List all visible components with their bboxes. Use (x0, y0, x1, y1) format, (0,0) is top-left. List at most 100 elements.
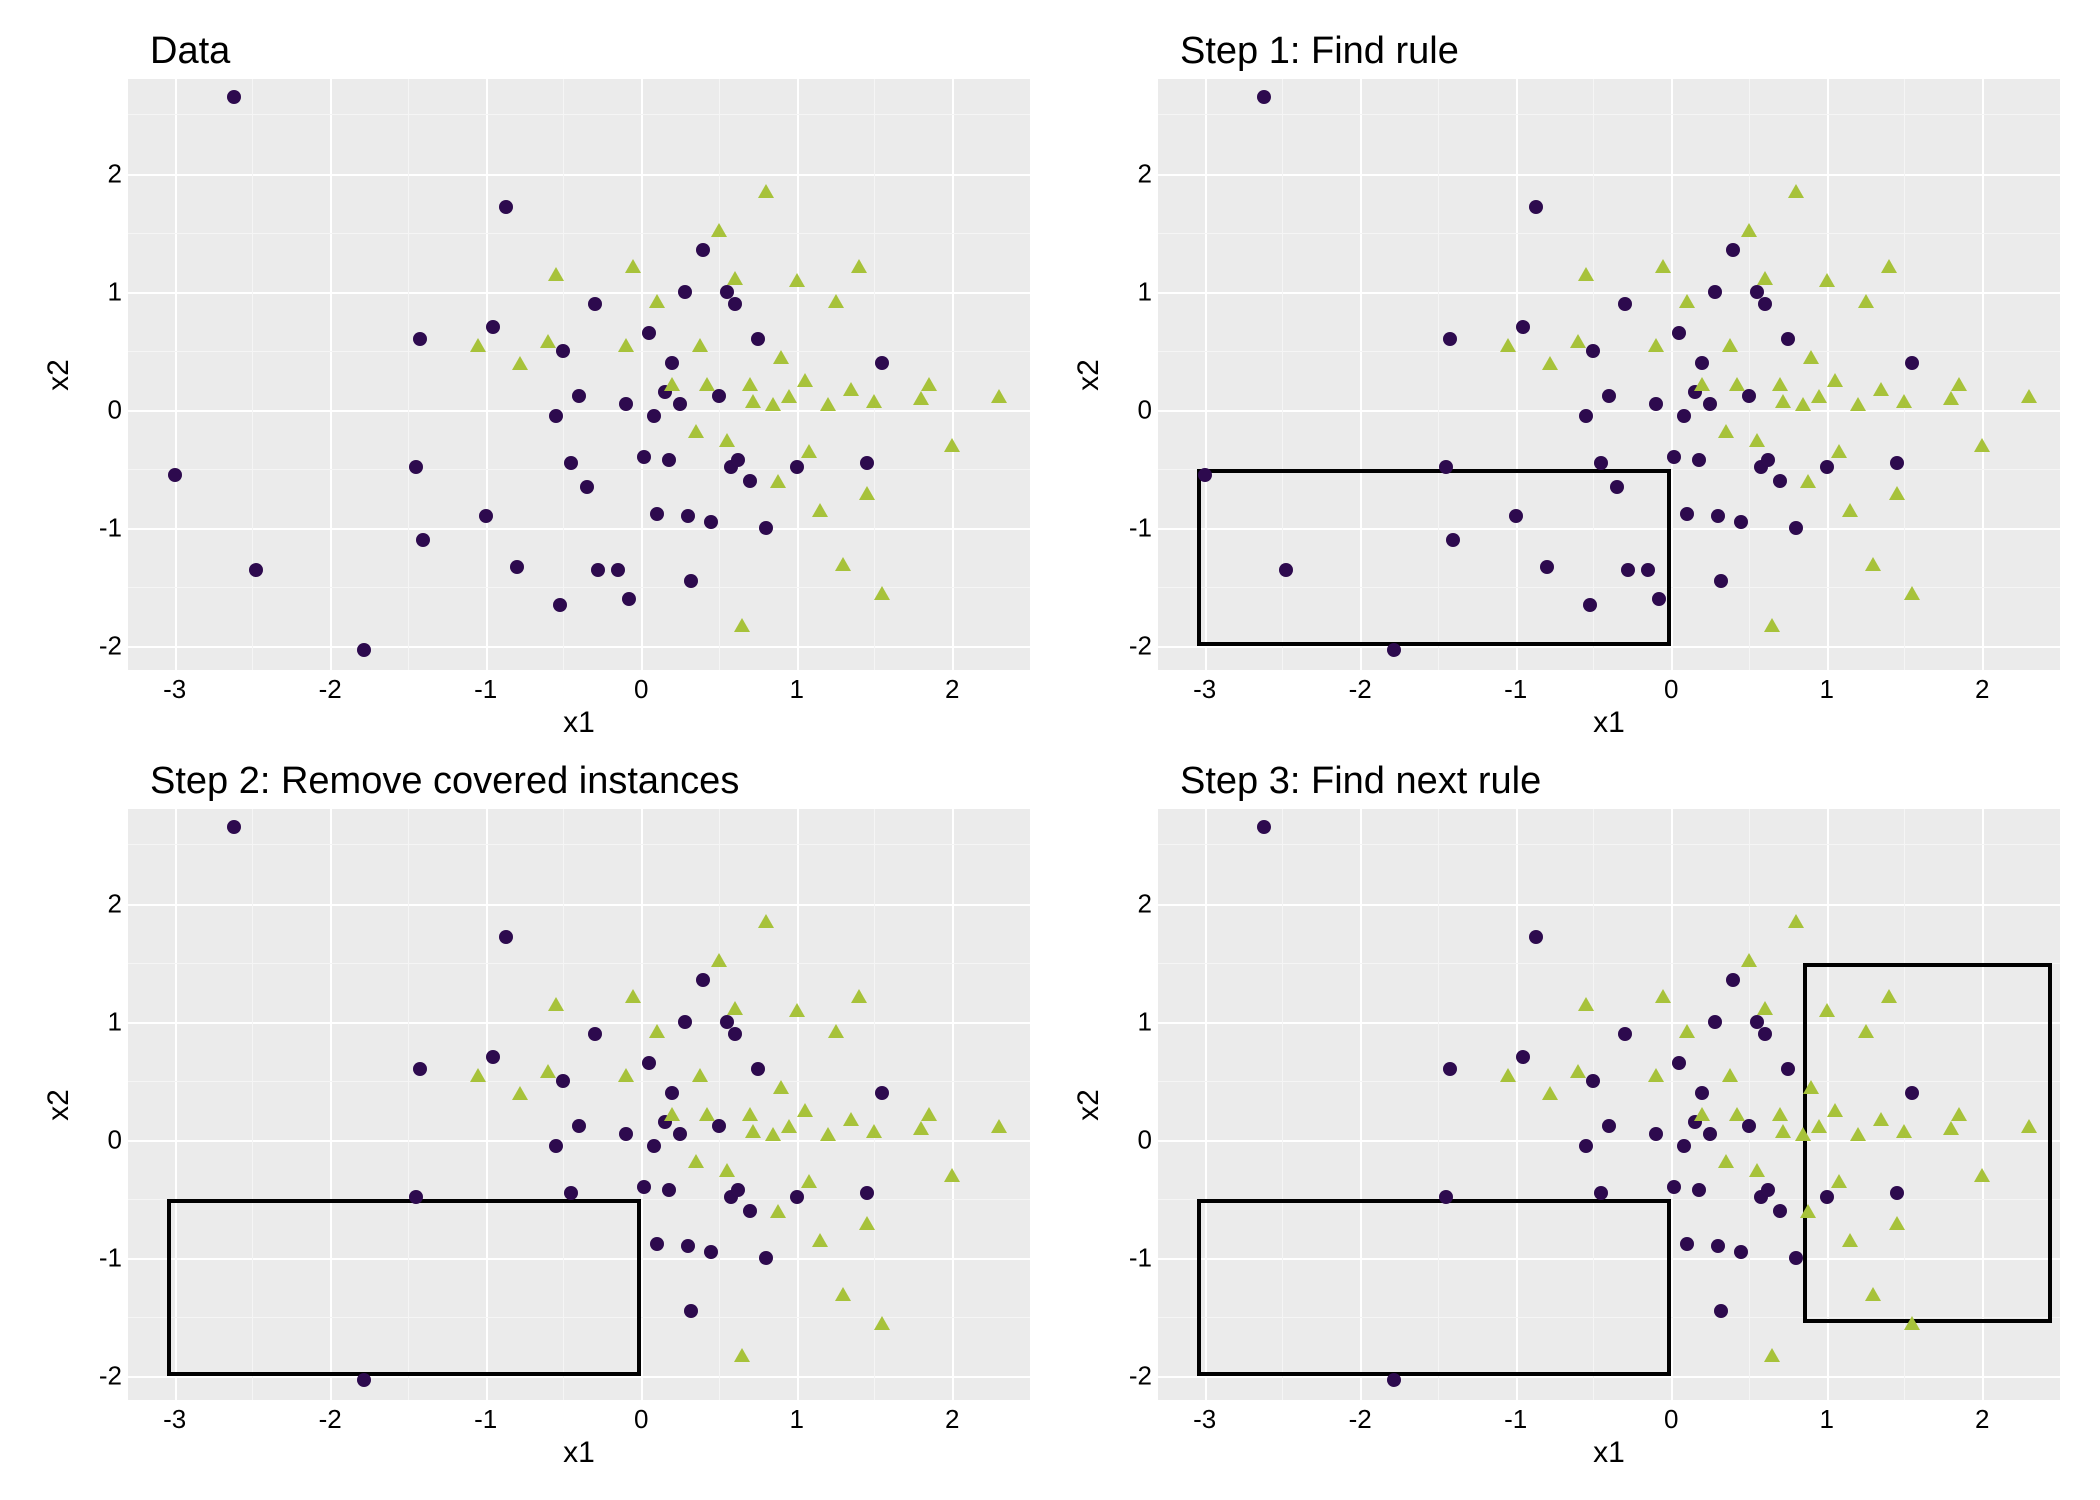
point-circle (681, 509, 695, 523)
panel-title: Step 3: Find next rule (1180, 760, 2060, 803)
rule-rect-0 (1197, 1199, 1671, 1376)
point-circle (860, 1186, 874, 1200)
x-tick: 0 (634, 674, 648, 705)
point-circle (696, 243, 710, 257)
point-circle (678, 285, 692, 299)
point-triangle (1757, 271, 1773, 285)
point-circle (1692, 1183, 1706, 1197)
point-triangle (781, 389, 797, 403)
point-circle (1446, 533, 1460, 547)
point-triangle (649, 294, 665, 308)
point-triangle (745, 394, 761, 408)
figure: Datax2-2-1012-3-2-1012x1Step 1: Find rul… (0, 0, 2100, 1500)
panel-1: Step 1: Find rulex2-2-1012-3-2-1012x1 (1070, 30, 2060, 740)
point-triangle (1827, 373, 1843, 387)
point-circle (662, 1183, 676, 1197)
point-triangle (2021, 1119, 2037, 1133)
y-tick: -2 (1129, 631, 1152, 662)
point-triangle (781, 1119, 797, 1133)
point-triangle (1873, 1112, 1889, 1126)
point-circle (678, 1015, 692, 1029)
point-triangle (1889, 486, 1905, 500)
point-triangle (812, 503, 828, 517)
point-triangle (851, 989, 867, 1003)
point-circle (860, 456, 874, 470)
point-triangle (758, 914, 774, 928)
point-triangle (719, 433, 735, 447)
x-axis-label: x1 (1158, 1436, 2060, 1470)
y-tick: 1 (108, 1006, 122, 1037)
point-triangle (1694, 377, 1710, 391)
point-triangle (1788, 914, 1804, 928)
point-triangle (618, 1068, 634, 1082)
x-tick: 0 (1664, 1404, 1678, 1435)
point-circle (622, 592, 636, 606)
point-circle (249, 563, 263, 577)
point-circle (681, 1239, 695, 1253)
point-circle (499, 930, 513, 944)
point-circle (1586, 344, 1600, 358)
point-circle (413, 332, 427, 346)
point-circle (1649, 1127, 1663, 1141)
point-circle (619, 397, 633, 411)
point-triangle (688, 1154, 704, 1168)
point-triangle (1865, 557, 1881, 571)
point-circle (227, 90, 241, 104)
point-circle (637, 1180, 651, 1194)
point-triangle (548, 997, 564, 1011)
point-triangle (727, 271, 743, 285)
point-triangle (711, 223, 727, 237)
point-triangle (692, 1068, 708, 1082)
point-triangle (1578, 267, 1594, 281)
x-tick: 1 (1819, 674, 1833, 705)
point-circle (588, 1027, 602, 1041)
point-triangle (664, 377, 680, 391)
point-circle (665, 356, 679, 370)
x-tick: -3 (1193, 1404, 1216, 1435)
point-triangle (711, 953, 727, 967)
point-triangle (1943, 1121, 1959, 1135)
point-circle (1680, 1237, 1694, 1251)
point-triangle (1775, 394, 1791, 408)
y-tick: -2 (99, 631, 122, 662)
point-circle (1387, 643, 1401, 657)
point-triangle (625, 989, 641, 1003)
point-circle (564, 1186, 578, 1200)
point-triangle (828, 294, 844, 308)
x-tick: 0 (1664, 674, 1678, 705)
point-circle (1594, 1186, 1608, 1200)
x-tick: -3 (1193, 674, 1216, 705)
point-triangle (1873, 382, 1889, 396)
y-tick: 0 (108, 1124, 122, 1155)
plot-area (128, 79, 1030, 670)
point-triangle (770, 474, 786, 488)
point-triangle (1943, 391, 1959, 405)
point-triangle (1831, 444, 1847, 458)
point-triangle (1974, 1168, 1990, 1182)
point-triangle (625, 259, 641, 273)
point-circle (790, 460, 804, 474)
point-triangle (1542, 356, 1558, 370)
point-circle (510, 560, 524, 574)
point-triangle (1881, 989, 1897, 1003)
point-triangle (1819, 273, 1835, 287)
point-triangle (773, 1080, 789, 1094)
point-circle (1579, 1139, 1593, 1153)
plot-area (1158, 809, 2060, 1400)
point-circle (1761, 453, 1775, 467)
point-circle (1439, 460, 1453, 474)
point-triangle (1570, 1064, 1586, 1078)
point-circle (1677, 1139, 1691, 1153)
point-circle (728, 297, 742, 311)
point-circle (1695, 1086, 1709, 1100)
point-circle (556, 344, 570, 358)
x-axis-label: x1 (128, 1436, 1030, 1470)
point-circle (731, 1183, 745, 1197)
point-circle (642, 326, 656, 340)
point-triangle (688, 424, 704, 438)
point-circle (1711, 1239, 1725, 1253)
point-circle (704, 1245, 718, 1259)
point-triangle (874, 1316, 890, 1330)
y-axis-label: x2 (42, 1089, 76, 1121)
point-triangle (1722, 338, 1738, 352)
